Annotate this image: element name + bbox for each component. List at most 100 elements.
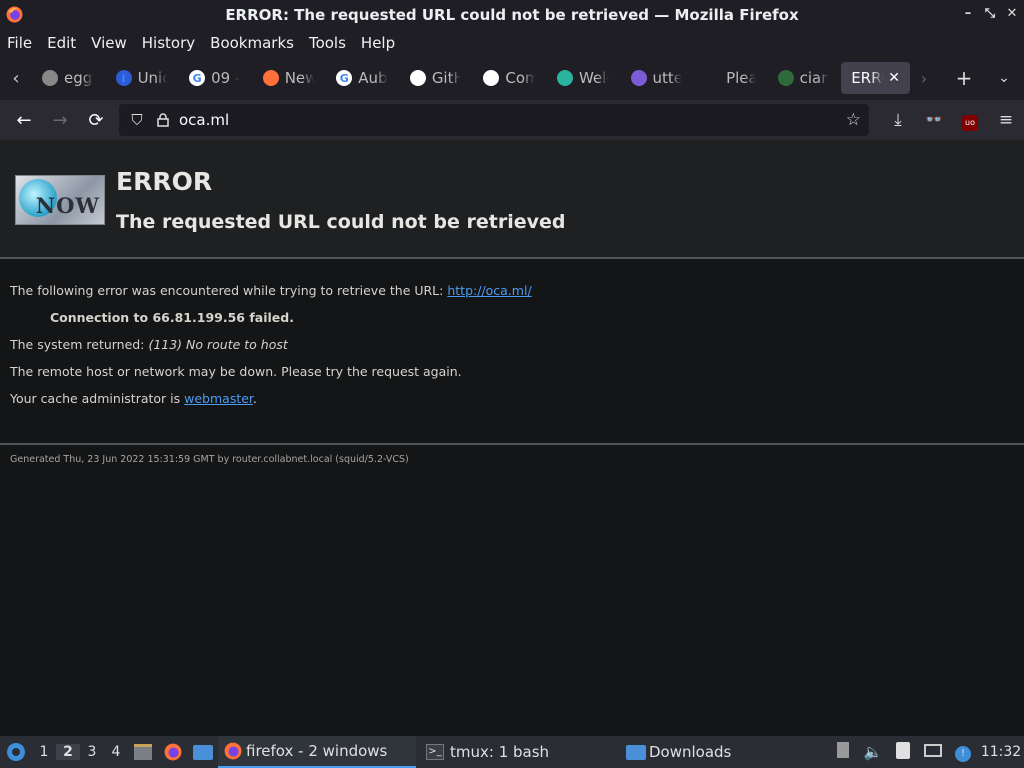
tab-scroll-right-button[interactable]: ›: [904, 69, 944, 88]
system-returned-line: The system returned: (113) No route to h…: [10, 337, 288, 352]
extension-spy-icon[interactable]: 👓: [916, 112, 952, 128]
url-text[interactable]: oca.ml: [179, 111, 229, 129]
app-menu-button[interactable]: ≡: [988, 110, 1024, 130]
close-window-button[interactable]: ✕: [1006, 6, 1018, 21]
task-firefox-label: firefox - 2 windows: [246, 742, 388, 760]
tab-label: GitH: [431, 69, 462, 87]
tab-10[interactable]: cian: [768, 62, 840, 94]
menu-tools[interactable]: Tools: [309, 34, 346, 52]
menu-history[interactable]: History: [142, 34, 195, 52]
workspace-1[interactable]: 1: [32, 744, 56, 760]
tab-11[interactable]: ERRO✕: [841, 62, 910, 94]
firefox-task-icon: [224, 742, 242, 760]
window-controls: – ⤡ ✕: [962, 6, 1018, 21]
notes-tray-icon[interactable]: [888, 741, 918, 763]
menu-file[interactable]: File: [7, 34, 32, 52]
folder-icon: [193, 744, 213, 760]
error-url-prefix: The following error was encountered whil…: [10, 283, 444, 298]
tab-label: ERRO: [851, 69, 884, 87]
downloads-folder-icon: [626, 744, 646, 760]
tab-8[interactable]: utte: [621, 62, 693, 94]
tab-label: utte: [652, 69, 683, 87]
tab-favicon-icon: [704, 70, 720, 86]
forward-button[interactable]: →: [42, 104, 78, 136]
logo-text: NOW: [35, 193, 100, 218]
tab-3[interactable]: New: [253, 62, 325, 94]
clipboard-tray-icon[interactable]: [828, 742, 858, 762]
file-manager-launcher[interactable]: [128, 736, 158, 768]
downloads-button[interactable]: ⤓: [880, 110, 916, 130]
tab-scroll-left-button[interactable]: ‹: [0, 56, 32, 100]
tab-2[interactable]: G 09 -: [179, 62, 251, 94]
tab-label: 09 -: [211, 69, 241, 87]
tab-favicon-icon: [409, 70, 426, 86]
footer-divider: [0, 443, 1024, 445]
tab-label: Aub: [358, 69, 388, 87]
page-content: NOW ERROR The requested URL could not be…: [0, 140, 1024, 736]
shield-icon[interactable]: ⛉: [127, 111, 147, 129]
error-url-link[interactable]: http://oca.ml/: [447, 283, 531, 298]
workspace-4[interactable]: 4: [104, 744, 128, 760]
close-tab-icon[interactable]: ✕: [888, 70, 900, 86]
new-tab-button[interactable]: +: [944, 66, 984, 90]
task-tmux[interactable]: >_ tmux: 1 bash: [420, 736, 620, 768]
squid-logo: NOW: [15, 175, 105, 225]
cache-admin-line: Your cache administrator is webmaster.: [10, 391, 257, 406]
task-downloads[interactable]: Downloads: [620, 736, 737, 768]
tab-label: Unic: [137, 69, 168, 87]
workspace-2[interactable]: 2: [56, 744, 80, 760]
volume-icon[interactable]: 🔈: [858, 743, 888, 761]
start-menu-button[interactable]: [0, 736, 32, 768]
error-header: NOW ERROR The requested URL could not be…: [0, 140, 1024, 259]
navigation-toolbar: ← → ⟳ ⛉ oca.ml ☆ ⤓ 👓 uo ≡: [0, 100, 1024, 140]
system-returned-value: (113) No route to host: [148, 337, 288, 352]
menu-help[interactable]: Help: [361, 34, 395, 52]
bookmark-star-icon[interactable]: ☆: [846, 110, 861, 130]
workspace-3[interactable]: 3: [80, 744, 104, 760]
back-button[interactable]: ←: [6, 104, 42, 136]
tab-5[interactable]: GitH: [400, 62, 472, 94]
page-subtitle: The requested URL could not be retrieved: [116, 211, 566, 233]
tab-favicon-icon: [262, 70, 279, 86]
tab-6[interactable]: Com: [473, 62, 545, 94]
tab-label: Plea: [726, 69, 756, 87]
cache-admin-suffix: .: [252, 391, 257, 406]
update-notification-icon[interactable]: !: [948, 742, 978, 762]
task-firefox[interactable]: firefox - 2 windows: [218, 736, 416, 768]
menu-edit[interactable]: Edit: [47, 34, 76, 52]
folder-launcher[interactable]: [188, 736, 218, 768]
network-icon[interactable]: [918, 743, 948, 761]
tab-favicon-icon: [777, 70, 794, 86]
menu-view[interactable]: View: [91, 34, 127, 52]
url-bar[interactable]: ⛉ oca.ml ☆: [119, 104, 869, 136]
minimize-button[interactable]: –: [962, 6, 974, 21]
list-all-tabs-button[interactable]: ⌄: [984, 70, 1024, 86]
task-tmux-label: tmux: 1 bash: [450, 743, 550, 761]
clock[interactable]: 11:32: [978, 744, 1024, 760]
tab-7[interactable]: Welc: [547, 62, 619, 94]
tab-label: cian: [799, 69, 830, 87]
lock-icon[interactable]: [153, 113, 173, 127]
remote-host-text: The remote host or network may be down. …: [10, 364, 462, 379]
taskbar: 1 2 3 4 firefox - 2 windows >_ tmux: 1 b…: [0, 736, 1024, 768]
system-returned-prefix: The system returned:: [10, 337, 145, 352]
webmaster-link[interactable]: webmaster: [184, 391, 253, 406]
maximize-button[interactable]: ⤡: [984, 6, 996, 21]
firefox-launcher[interactable]: [158, 736, 188, 768]
file-manager-icon: [134, 744, 152, 760]
ublock-extension-icon[interactable]: uo: [952, 110, 988, 131]
tab-label: eggy: [64, 69, 94, 87]
tab-9[interactable]: Plea: [694, 62, 766, 94]
connection-failed-text: Connection to 66.81.199.56 failed.: [50, 310, 294, 325]
menu-bookmarks[interactable]: Bookmarks: [210, 34, 294, 52]
tab-1[interactable]: i Unic: [106, 62, 178, 94]
cache-admin-prefix: Your cache administrator is: [10, 391, 181, 406]
system-tray: 🔈 ! 11:32: [828, 736, 1024, 768]
task-downloads-label: Downloads: [649, 743, 732, 761]
tab-favicon-icon: G: [336, 70, 353, 86]
tab-strip: ‹ eggy i Unic G 09 - New G Aub GitH Com Welc utte Pl…: [0, 56, 1024, 100]
tab-label: New: [284, 69, 315, 87]
tab-4[interactable]: G Aub: [326, 62, 398, 94]
reload-button[interactable]: ⟳: [78, 104, 114, 136]
tab-0[interactable]: eggy: [32, 62, 104, 94]
